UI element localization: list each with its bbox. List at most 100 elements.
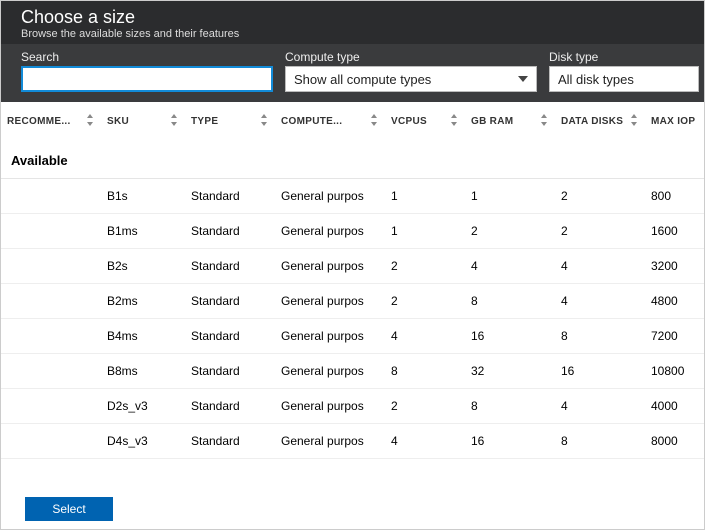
table-cell: B2s	[101, 249, 185, 284]
col-vcpus[interactable]: VCPUS	[385, 102, 465, 137]
page-title: Choose a size	[21, 7, 684, 28]
table-cell: B8ms	[101, 354, 185, 389]
table-cell: 32	[465, 354, 555, 389]
col-type[interactable]: TYPE	[185, 102, 275, 137]
disk-type-select[interactable]: All disk types	[549, 66, 699, 92]
table-cell: 4	[465, 249, 555, 284]
table-cell: Standard	[185, 249, 275, 284]
table-cell: B4ms	[101, 319, 185, 354]
vm-size-table: RECOMME... SKU TYPE COMPUTE... VCPUS GB …	[1, 102, 704, 459]
table-cell: 7200	[645, 319, 704, 354]
group-label: Available	[1, 137, 704, 179]
table-cell	[1, 214, 101, 249]
table-cell	[1, 284, 101, 319]
table-cell: Standard	[185, 319, 275, 354]
table-cell: D4s_v3	[101, 424, 185, 459]
col-compute[interactable]: COMPUTE...	[275, 102, 385, 137]
vm-size-table-container: RECOMME... SKU TYPE COMPUTE... VCPUS GB …	[1, 102, 704, 489]
table-cell: 4	[555, 284, 645, 319]
table-cell: 2	[385, 284, 465, 319]
chevron-down-icon	[518, 76, 528, 82]
table-row[interactable]: B1msStandardGeneral purpos1221600	[1, 214, 704, 249]
table-cell: 8	[465, 284, 555, 319]
table-cell: B1s	[101, 179, 185, 214]
table-cell: General purpos	[275, 319, 385, 354]
table-cell	[1, 389, 101, 424]
table-cell: General purpos	[275, 389, 385, 424]
table-row[interactable]: B8msStandardGeneral purpos8321610800	[1, 354, 704, 389]
search-input[interactable]	[21, 66, 273, 92]
table-cell	[1, 179, 101, 214]
disk-type-value: All disk types	[558, 72, 634, 87]
table-row[interactable]: B4msStandardGeneral purpos41687200	[1, 319, 704, 354]
table-cell: General purpos	[275, 354, 385, 389]
table-cell: 8	[555, 319, 645, 354]
page: Choose a size Browse the available sizes…	[0, 0, 705, 530]
table-cell: 1	[385, 179, 465, 214]
search-label: Search	[21, 50, 273, 64]
table-row[interactable]: D4s_v3StandardGeneral purpos41688000	[1, 424, 704, 459]
table-head: RECOMME... SKU TYPE COMPUTE... VCPUS GB …	[1, 102, 704, 137]
table-cell: 16	[465, 319, 555, 354]
table-cell: 16	[555, 354, 645, 389]
col-iops[interactable]: MAX IOP	[645, 102, 704, 137]
table-cell: D2s_v3	[101, 389, 185, 424]
table-row[interactable]: B2sStandardGeneral purpos2443200	[1, 249, 704, 284]
group-row-available[interactable]: Available	[1, 137, 704, 179]
table-cell: 8	[465, 389, 555, 424]
table-cell: 2	[385, 389, 465, 424]
table-cell: Standard	[185, 389, 275, 424]
table-cell: 10800	[645, 354, 704, 389]
table-cell: B1ms	[101, 214, 185, 249]
disk-type-group: Disk type All disk types	[549, 50, 699, 92]
compute-type-select[interactable]: Show all compute types	[285, 66, 537, 92]
table-row[interactable]: B2msStandardGeneral purpos2844800	[1, 284, 704, 319]
col-sku[interactable]: SKU	[101, 102, 185, 137]
disk-type-label: Disk type	[549, 50, 699, 64]
sort-icon	[629, 114, 641, 126]
table-cell: 4	[555, 249, 645, 284]
filter-bar: Search Compute type Show all compute typ…	[1, 44, 704, 102]
table-cell: B2ms	[101, 284, 185, 319]
table-cell: Standard	[185, 354, 275, 389]
table-cell: 1	[465, 179, 555, 214]
page-subtitle: Browse the available sizes and their fea…	[21, 28, 684, 40]
table-cell: 4000	[645, 389, 704, 424]
compute-type-group: Compute type Show all compute types	[285, 50, 537, 92]
table-cell: 3200	[645, 249, 704, 284]
table-cell	[1, 424, 101, 459]
table-cell: General purpos	[275, 284, 385, 319]
compute-type-value: Show all compute types	[294, 72, 431, 87]
col-disks[interactable]: DATA DISKS	[555, 102, 645, 137]
table-cell: 8000	[645, 424, 704, 459]
table-cell: General purpos	[275, 179, 385, 214]
table-cell: Standard	[185, 179, 275, 214]
sort-icon	[369, 114, 381, 126]
table-cell	[1, 319, 101, 354]
table-cell: 1600	[645, 214, 704, 249]
table-cell: 2	[385, 249, 465, 284]
table-cell: 2	[555, 179, 645, 214]
table-body: B1sStandardGeneral purpos112800B1msStand…	[1, 179, 704, 459]
table-cell	[1, 249, 101, 284]
table-cell: 2	[555, 214, 645, 249]
table-cell: Standard	[185, 424, 275, 459]
col-ram[interactable]: GB RAM	[465, 102, 555, 137]
table-cell: 4	[385, 319, 465, 354]
table-cell: Standard	[185, 284, 275, 319]
table-row[interactable]: B1sStandardGeneral purpos112800	[1, 179, 704, 214]
compute-type-label: Compute type	[285, 50, 537, 64]
table-cell: 8	[385, 354, 465, 389]
table-row[interactable]: D2s_v3StandardGeneral purpos2844000	[1, 389, 704, 424]
table-cell: 2	[465, 214, 555, 249]
table-cell: 16	[465, 424, 555, 459]
table-cell: General purpos	[275, 424, 385, 459]
col-recommended[interactable]: RECOMME...	[1, 102, 101, 137]
table-cell: Standard	[185, 214, 275, 249]
table-cell: General purpos	[275, 214, 385, 249]
sort-icon	[449, 114, 461, 126]
table-cell: 4800	[645, 284, 704, 319]
table-cell	[1, 354, 101, 389]
table-cell: 4	[555, 389, 645, 424]
select-button[interactable]: Select	[25, 497, 113, 521]
